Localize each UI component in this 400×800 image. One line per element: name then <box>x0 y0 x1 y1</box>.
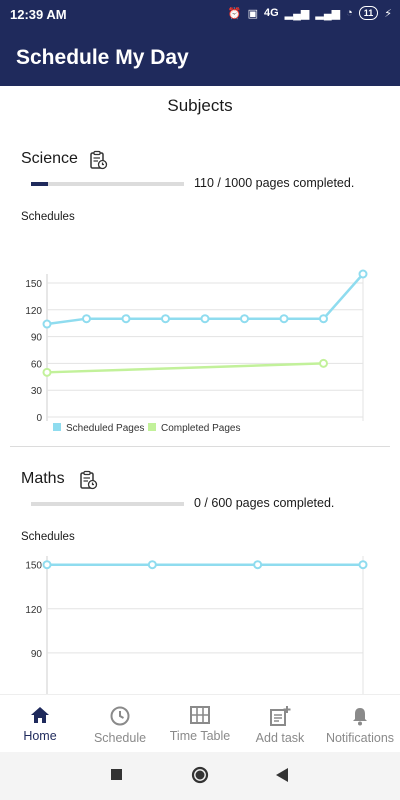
data-point <box>358 269 368 279</box>
subject-name: Science <box>21 150 78 167</box>
nav-label: Home <box>23 729 57 743</box>
nav-time-table[interactable]: Time Table <box>160 695 240 753</box>
nav-home[interactable]: Home <box>0 695 80 753</box>
subject-card-science[interactable]: Science 110 / 1000 pages completed. Sche… <box>0 150 400 446</box>
back-icon[interactable] <box>276 768 288 782</box>
app-title: Schedule My Day <box>16 46 189 69</box>
nav-add-task[interactable]: Add task <box>240 695 320 753</box>
signal-icon-2: ▂▄▆ <box>315 7 341 20</box>
data-point <box>200 314 210 324</box>
recents-icon[interactable] <box>111 769 122 780</box>
science-schedule-chart: 150 120 90 60 30 0 Scheduled Pages Completed Pa… <box>25 269 368 434</box>
data-point <box>42 560 52 570</box>
schedule-clipboard-icon[interactable] <box>88 150 108 175</box>
data-point <box>82 314 91 324</box>
app-bar: Schedule My Day <box>0 30 400 86</box>
status-icons: ⏰ ▣ 4G ▂▄▆ ▂▄▆ ◔ 11 ⚡ <box>228 6 392 20</box>
y-tick-label: 0 <box>36 413 42 424</box>
nav-label: Add task <box>255 731 305 745</box>
data-point <box>147 560 157 570</box>
schedule-clipboard-icon[interactable] <box>78 470 98 495</box>
section-title: Subjects <box>167 96 233 115</box>
progress-text: 0 / 600 pages completed. <box>194 496 335 510</box>
home-icon <box>31 707 49 723</box>
add-task-icon <box>270 706 291 726</box>
y-tick-label: 120 <box>25 306 42 317</box>
progress-bar <box>31 502 184 506</box>
legend-swatch <box>53 423 61 431</box>
y-tick-label: 150 <box>25 561 42 572</box>
data-point <box>319 358 328 368</box>
y-tick-label: 60 <box>31 359 43 370</box>
y-tick-label: 90 <box>31 333 43 344</box>
data-point <box>161 314 170 324</box>
progress-text: 110 / 1000 pages completed. <box>194 176 355 190</box>
divider <box>10 446 390 447</box>
nav-label: Time Table <box>169 729 231 743</box>
grid-icon <box>190 706 210 724</box>
subjects-list[interactable]: Subjects Science 110 / 1000 pages comple… <box>0 86 400 694</box>
status-bar: 12:39 AM ⏰ ▣ 4G ▂▄▆ ▂▄▆ ◔ 11 ⚡ <box>0 0 400 30</box>
nav-label: Notifications <box>325 731 395 745</box>
y-tick-label: 90 <box>31 649 43 660</box>
bell-icon <box>353 708 367 726</box>
legend-label: Completed Pages <box>161 423 241 434</box>
schedules-label: Schedules <box>21 531 75 543</box>
subject-name: Maths <box>21 470 65 487</box>
nav-label: Schedule <box>93 731 147 745</box>
clock-icon <box>110 706 130 726</box>
schedules-label: Schedules <box>21 211 75 223</box>
series-line <box>46 362 324 374</box>
data-point <box>42 367 52 377</box>
data-point <box>240 314 249 324</box>
bottom-navigation: Home Schedule Time Table Add task Notifi… <box>0 694 400 753</box>
data-point <box>319 314 328 324</box>
legend-swatch <box>148 423 156 431</box>
battery-icon: 11 <box>358 6 379 20</box>
progress-fill <box>31 182 48 186</box>
network-type: 4G <box>263 7 279 19</box>
signal-icon: ▂▄▆ <box>284 7 310 20</box>
y-tick-label: 150 <box>25 279 42 290</box>
nav-schedule[interactable]: Schedule <box>80 695 160 753</box>
legend-label: Scheduled Pages <box>66 423 144 434</box>
data-point <box>279 314 289 324</box>
system-navigation-bar <box>0 752 400 800</box>
subject-card-maths[interactable]: Maths 0 / 600 pages completed. Schedules… <box>0 470 400 694</box>
volte-icon: ▣ <box>247 7 258 20</box>
data-point <box>253 560 263 570</box>
nav-notifications[interactable]: Notifications <box>320 695 400 753</box>
wifi-icon: ◔ <box>346 7 353 19</box>
charging-icon: ⚡ <box>384 7 392 20</box>
progress-bar <box>31 182 184 186</box>
data-point <box>358 560 368 570</box>
status-time: 12:39 AM <box>10 7 67 22</box>
data-point <box>121 314 131 324</box>
alarm-off-icon: ⏰ <box>227 7 242 20</box>
maths-schedule-chart: 1501209060 <box>25 556 368 694</box>
y-tick-label: 30 <box>31 386 43 397</box>
y-tick-label: 120 <box>25 605 42 616</box>
data-point <box>42 319 52 329</box>
